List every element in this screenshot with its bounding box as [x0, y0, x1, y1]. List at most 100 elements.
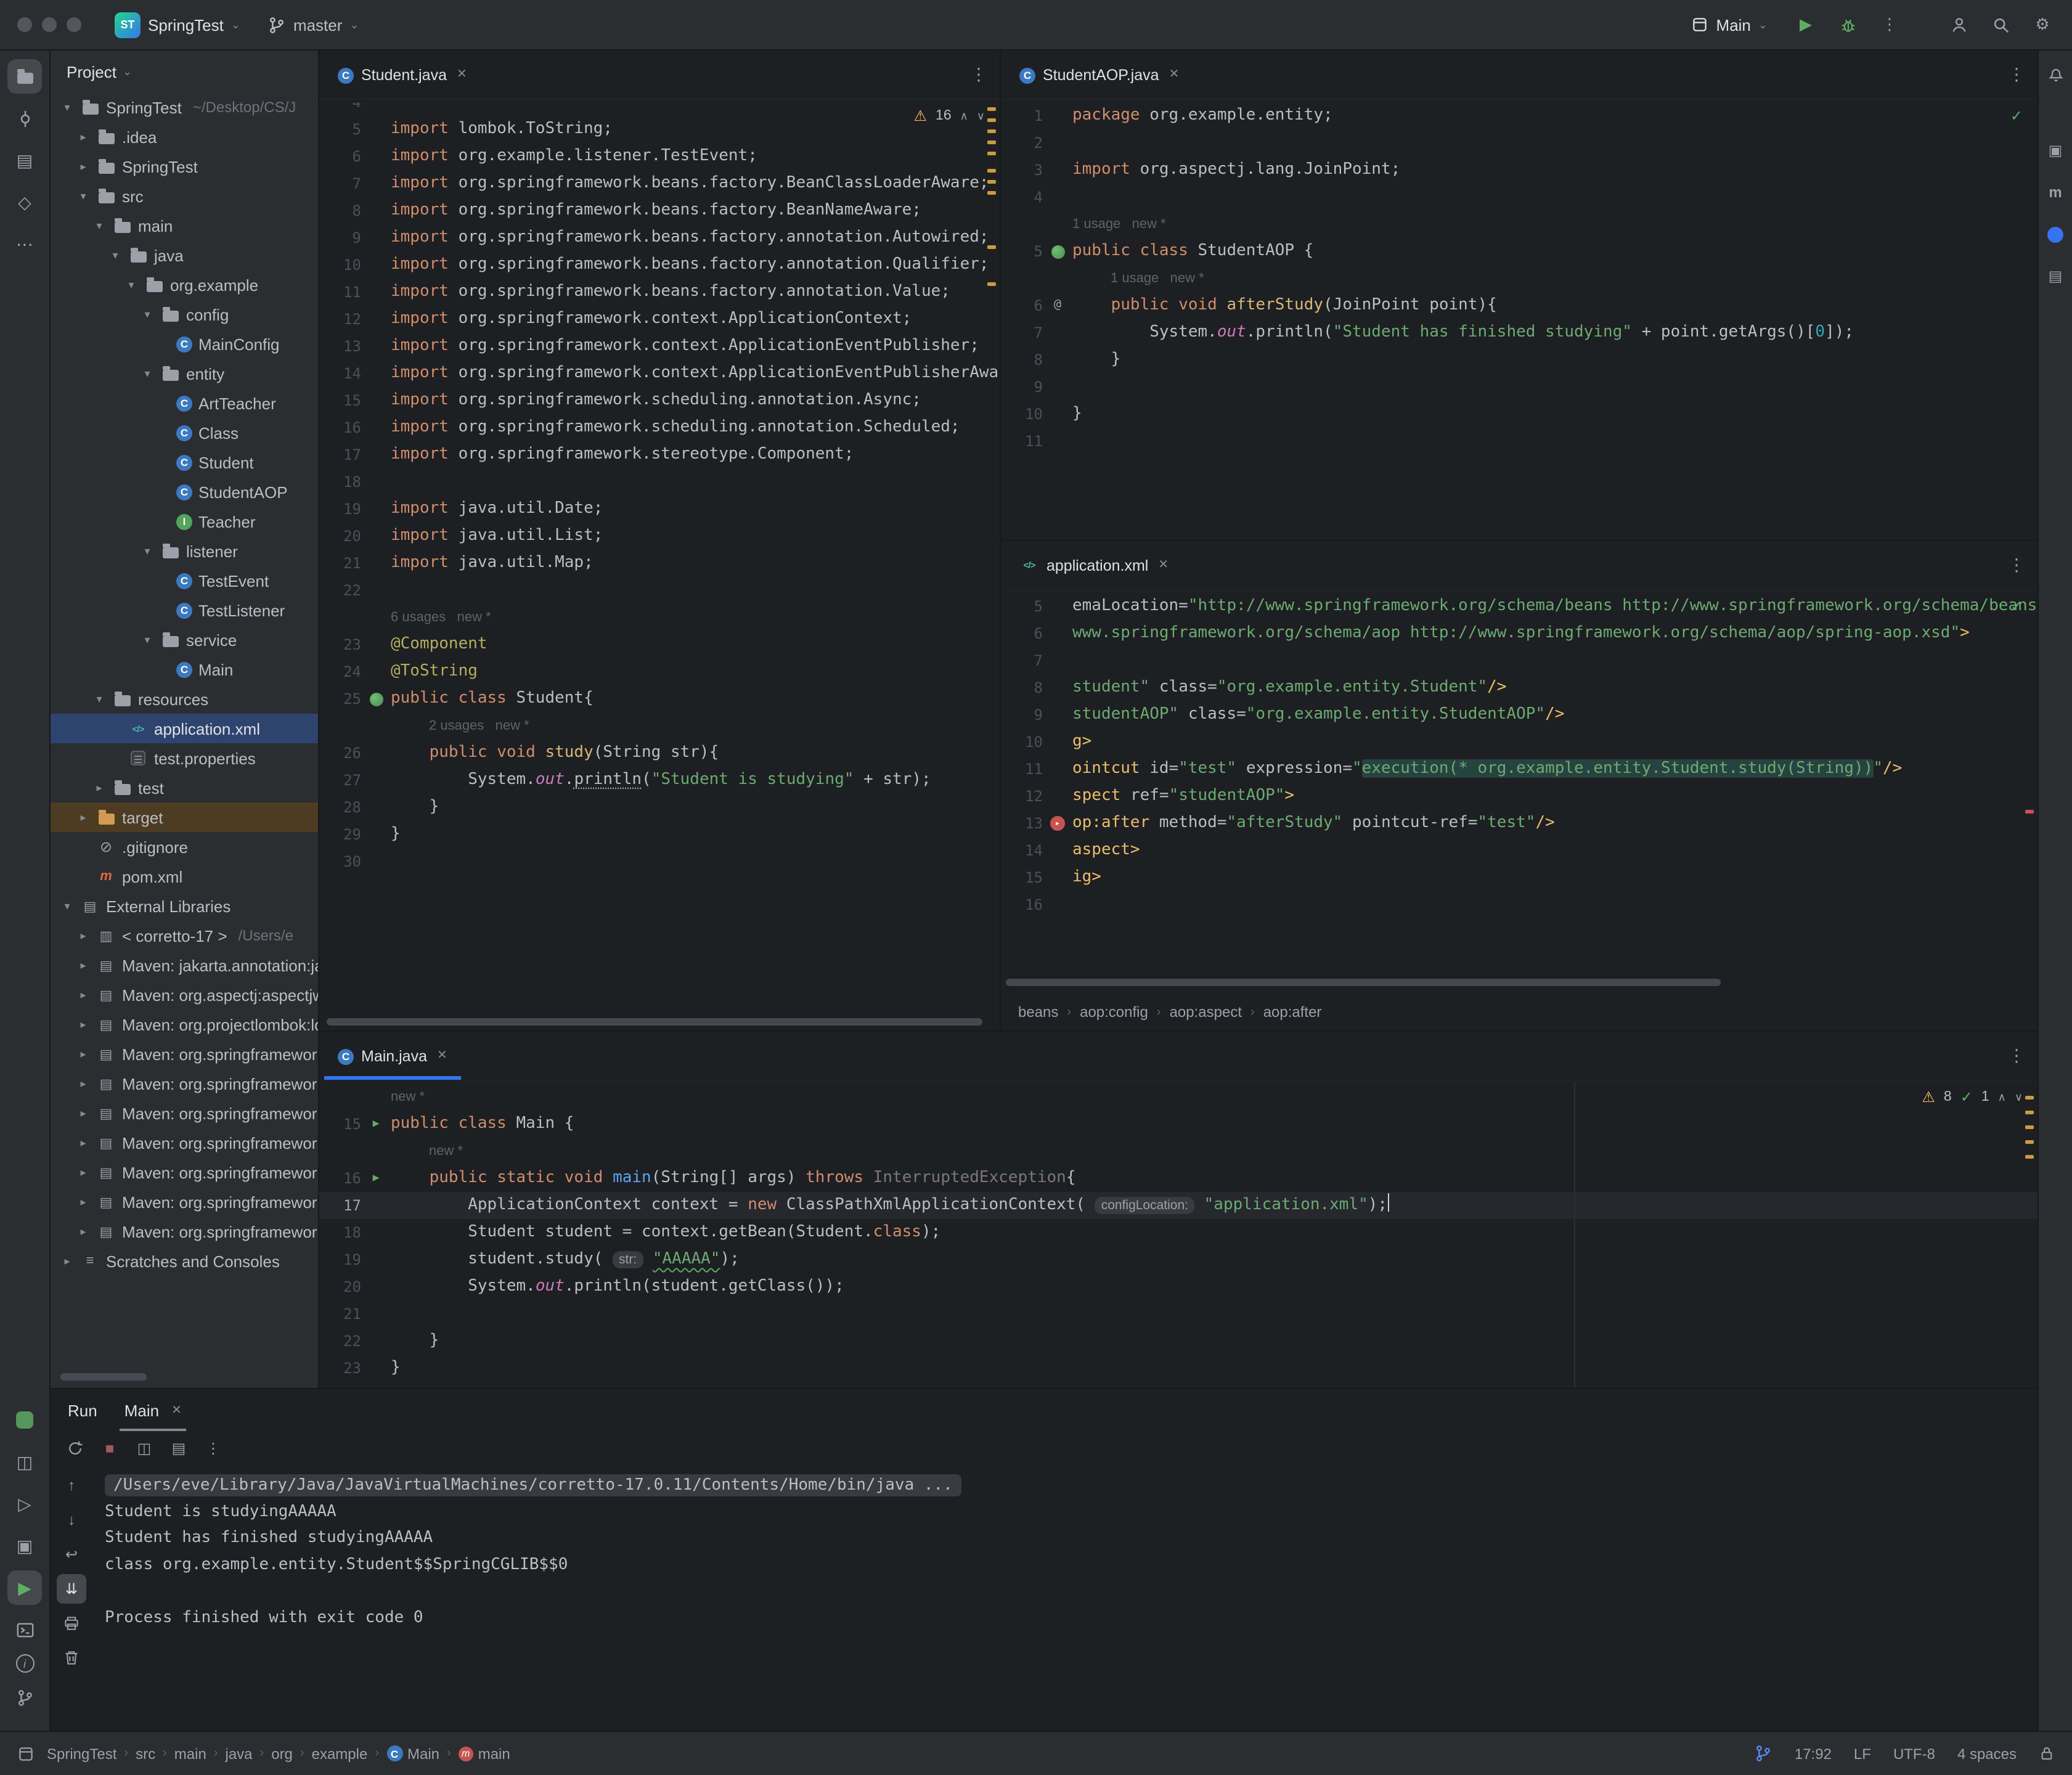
tree-item[interactable]: I Teacher [51, 507, 318, 536]
code-line[interactable]: 6 usages new * [319, 604, 1000, 631]
structure-icon[interactable]: ▤ [7, 143, 42, 178]
main-inspections[interactable]: ⚠ 8 ✓ 1 ∧ ∨ [1922, 1088, 2023, 1106]
close-window-button[interactable] [17, 17, 32, 32]
run-circle-icon[interactable]: ▷ [7, 1487, 42, 1521]
tree-item[interactable]: ▾ listener [51, 536, 318, 566]
code-line[interactable]: 17 import org.springframework.stereotype.… [319, 441, 1000, 468]
code-line[interactable]: 10 import org.springframework.beans.facto… [319, 251, 1000, 279]
tree-item[interactable]: test.properties [51, 743, 318, 773]
tree-item[interactable]: ▸ ▤ Maven: org.springframework:spring-jcl [51, 1217, 318, 1246]
status-breadcrumb-item[interactable]: C Main [386, 1745, 439, 1762]
tree-chevron-icon[interactable]: ▾ [141, 367, 154, 380]
code-line[interactable]: 2 [1001, 129, 2037, 157]
code-line[interactable]: 16 [1001, 891, 2037, 918]
settings-gear-icon[interactable]: ⚙ [2030, 12, 2055, 37]
tree-item[interactable]: ▸ ≡ Scratches and Consoles [51, 1246, 318, 1276]
tree-item[interactable]: C TestEvent [51, 566, 318, 595]
minimize-window-button[interactable] [42, 17, 57, 32]
code-line[interactable]: 5 import lombok.ToString; [319, 116, 1000, 143]
tree-item[interactable]: ▸ .idea [51, 122, 318, 152]
tree-chevron-icon[interactable]: ▸ [76, 1018, 90, 1031]
aop-gutter-icon[interactable]: ▸ [1043, 810, 1072, 837]
status-breadcrumb-item[interactable]: SpringTest [47, 1745, 116, 1762]
more-actions-icon[interactable]: ⋮ [1877, 12, 1902, 37]
maven-tool-icon[interactable]: m [2042, 179, 2069, 206]
code-line[interactable]: 11 [1001, 428, 2037, 455]
tree-item[interactable]: ▸ ▤ Maven: org.springframework:spring-cont… [51, 1128, 318, 1157]
code-line[interactable]: 1 usage new * [1001, 211, 2037, 238]
code-line[interactable]: 9 import org.springframework.beans.factor… [319, 224, 1000, 251]
tree-chevron-icon[interactable]: ▾ [108, 248, 122, 262]
tab-options-icon[interactable]: ⋮ [2008, 64, 2025, 85]
tree-item[interactable]: ⊘ .gitignore [51, 832, 318, 862]
run-config-selector[interactable]: Main ⌄ [1683, 12, 1776, 38]
close-tab-icon[interactable]: ✕ [171, 1403, 182, 1417]
status-breadcrumb-item[interactable]: main [174, 1745, 206, 1762]
tree-chevron-icon[interactable]: ▾ [141, 308, 154, 321]
tree-item[interactable]: ▸ ▤ Maven: org.springframework:spring-bean… [51, 1098, 318, 1128]
tree-chevron-icon[interactable]: ▸ [76, 1136, 90, 1149]
code-line[interactable]: 7 [1001, 647, 2037, 674]
more-icon[interactable]: ⋯ [7, 227, 42, 261]
tree-chevron-icon[interactable]: ▾ [76, 189, 90, 203]
tree-item[interactable]: ▸ ▤ Maven: org.springframework:spring-core [51, 1157, 318, 1187]
code-line[interactable]: 20 System.out.println(student.getClass()… [319, 1273, 2037, 1300]
code-line[interactable]: 14 aspect> [1001, 837, 2037, 864]
tree-chevron-icon[interactable]: ▾ [92, 692, 106, 706]
code-line[interactable]: 22 [319, 577, 1000, 604]
scroll-up-icon[interactable]: ↑ [57, 1471, 86, 1500]
zoom-window-button[interactable] [67, 17, 81, 32]
code-line[interactable]: 14 import org.springframework.context.App… [319, 360, 1000, 387]
code-line[interactable]: 16 ▶ public static void main(String[] arg… [319, 1165, 2037, 1192]
aop-code[interactable]: 1 package org.example.entity; 2 3 import org… [1001, 100, 2037, 540]
rerun-icon[interactable] [60, 1434, 90, 1463]
code-line[interactable]: 4 [1001, 184, 2037, 211]
run-gutter-icon[interactable]: ▶ [361, 1165, 391, 1192]
tree-item[interactable]: C MainConfig [51, 329, 318, 359]
code-line[interactable]: 18 [319, 468, 1000, 496]
tree-item[interactable]: ▸ ▤ Maven: jakarta.annotation:jakarta.anno… [51, 950, 318, 980]
main-code[interactable]: new * 15 ▶ public class Main {new * 16 ▶ publ… [319, 1081, 2037, 1388]
code-line[interactable]: 12 import org.springframework.context.App… [319, 306, 1000, 333]
commit-icon[interactable] [7, 101, 42, 136]
build-icon[interactable]: ▣ [7, 1528, 42, 1563]
line-separator[interactable]: LF [1854, 1745, 1871, 1762]
run-button[interactable]: ▶ [1793, 12, 1818, 37]
snapshot-icon[interactable]: ◫ [129, 1434, 159, 1463]
build-window-icon[interactable]: ▣ [2042, 137, 2069, 164]
code-line[interactable]: 27 System.out.println("Student is studyi… [319, 767, 1000, 794]
tree-item[interactable]: C ArtTeacher [51, 388, 318, 418]
tree-item[interactable]: ▸ target [51, 802, 318, 832]
tree-chevron-icon[interactable]: ▾ [60, 899, 74, 913]
prev-issue-icon[interactable]: ∧ [960, 109, 968, 123]
code-line[interactable]: 4import jakarta.annotation.Resource; [319, 102, 1000, 116]
indent-setting[interactable]: 4 spaces [1957, 1745, 2017, 1762]
soft-wrap-icon[interactable]: ↩ [57, 1540, 86, 1569]
code-line[interactable]: 13 import org.springframework.context.App… [319, 333, 1000, 360]
code-line[interactable]: 1 package org.example.entity; [1001, 102, 2037, 129]
tree-chevron-icon[interactable]: ▸ [76, 988, 90, 1002]
tree-item[interactable]: ▸ ▥ < corretto-17 > /Users/e [51, 921, 318, 950]
code-line[interactable]: 17 ApplicationContext context = new Clas… [319, 1192, 2037, 1219]
code-line[interactable]: 16 import org.springframework.scheduling.… [319, 414, 1000, 441]
tree-item[interactable]: C TestListener [51, 595, 318, 625]
xml-code[interactable]: 5 emaLocation="http://www.springframework… [1001, 590, 2037, 994]
breadcrumb-item[interactable]: aop:after [1263, 1003, 1322, 1021]
code-line[interactable]: 21 [319, 1300, 2037, 1328]
code-line[interactable]: new * [319, 1138, 2037, 1165]
close-tab-icon[interactable]: ✕ [457, 68, 467, 81]
code-line[interactable]: 7 System.out.println("Student has finish… [1001, 319, 2037, 346]
tree-chevron-icon[interactable]: ▸ [60, 1254, 74, 1268]
code-line[interactable]: 8 import org.springframework.beans.factor… [319, 197, 1000, 224]
tree-chevron-icon[interactable]: ▾ [124, 278, 138, 292]
next-issue-icon[interactable]: ∨ [2015, 1090, 2023, 1104]
tree-chevron-icon[interactable]: ▸ [76, 1225, 90, 1238]
clear-all-icon[interactable] [57, 1643, 86, 1673]
tree-chevron-icon[interactable]: ▸ [76, 160, 90, 173]
student-inspections[interactable]: ⚠ 16 ∧ ∨ [914, 107, 985, 124]
git-branch-icon[interactable] [7, 1680, 42, 1715]
code-line[interactable]: 20 import java.util.List; [319, 523, 1000, 550]
scroll-to-end-icon[interactable]: ⇊ [57, 1574, 86, 1604]
code-line[interactable]: 22 } [319, 1328, 2037, 1355]
tab-studentaop-java[interactable]: C StudentAOP.java ✕ [1006, 51, 1193, 99]
